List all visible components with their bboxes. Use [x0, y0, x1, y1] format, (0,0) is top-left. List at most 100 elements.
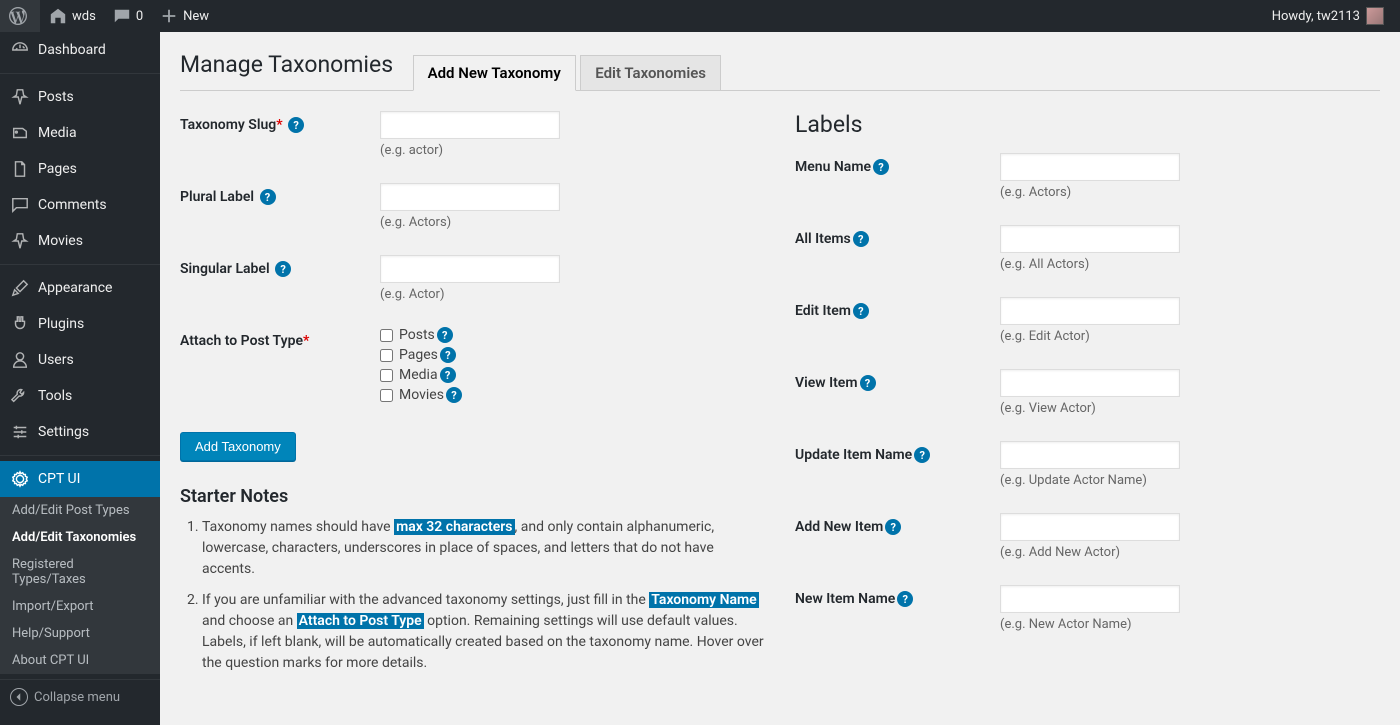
taxonomy-slug-input[interactable] [380, 111, 560, 139]
hint-text: (e.g. Add New Actor) [1000, 545, 1380, 560]
starter-notes-list: Taxonomy names should have max 32 charac… [180, 517, 765, 674]
all-items-input[interactable] [1000, 225, 1180, 253]
sidebar-item-label: Comments [38, 197, 107, 213]
site-name-menu[interactable]: wds [40, 0, 104, 32]
hint-text: (e.g. View Actor) [1000, 401, 1380, 416]
help-icon[interactable]: ? [897, 591, 913, 607]
help-icon[interactable]: ? [440, 367, 456, 383]
help-icon[interactable]: ? [275, 261, 291, 277]
hint-text: (e.g. actor) [380, 143, 765, 158]
dashboard-icon [10, 40, 30, 60]
comments-menu[interactable]: 0 [104, 0, 151, 32]
sidebar-item-label: Media [38, 125, 77, 141]
wrench-icon [10, 386, 30, 406]
help-icon[interactable]: ? [437, 327, 453, 343]
admin-bar: wds 0 New Howdy, tw2113 [0, 0, 1400, 32]
media-icon [10, 123, 30, 143]
heading-row: Manage Taxonomies Add New TaxonomyEdit T… [180, 42, 1380, 91]
submenu-item[interactable]: Help/Support [0, 620, 160, 647]
sidebar-item-tools[interactable]: Tools [0, 378, 160, 414]
user-icon [10, 350, 30, 370]
sidebar-item-label: Users [38, 352, 74, 368]
highlight: Taxonomy Name [649, 592, 758, 608]
sidebar-item-label: CPT UI [38, 471, 80, 487]
help-icon[interactable]: ? [914, 447, 930, 463]
field-edit-item: Edit Item?(e.g. Edit Actor) [795, 297, 1380, 344]
sidebar-item-label: Posts [38, 89, 74, 105]
sidebar-item-label: Tools [38, 388, 72, 404]
label-text: Add New Item [795, 519, 883, 535]
hint-text: (e.g. Actors) [1000, 185, 1380, 200]
sidebar-item-appearance[interactable]: Appearance [0, 270, 160, 306]
hint-text: (e.g. New Actor Name) [1000, 617, 1380, 632]
sidebar-item-settings[interactable]: Settings [0, 414, 160, 450]
help-icon[interactable]: ? [440, 347, 456, 363]
plug-icon [10, 314, 30, 334]
update-item-name-input[interactable] [1000, 441, 1180, 469]
right-column: Labels Menu Name? (e.g. Actors) All Items?… [795, 111, 1380, 684]
sidebar-item-cpt-ui[interactable]: CPT UI [0, 461, 160, 497]
submenu-item[interactable]: Add/Edit Post Types [0, 497, 160, 524]
tab-edit-taxonomies[interactable]: Edit Taxonomies [580, 55, 721, 90]
plus-icon [159, 6, 179, 26]
sidebar-item-posts[interactable]: Posts [0, 79, 160, 115]
field-all-items: All Items?(e.g. All Actors) [795, 225, 1380, 272]
label-text: Singular Label [180, 261, 270, 277]
required-mark: * [276, 117, 282, 133]
sidebar-item-comments[interactable]: Comments [0, 187, 160, 223]
singular-label-input[interactable] [380, 255, 560, 283]
sidebar-item-label: Pages [38, 161, 77, 177]
sidebar-item-label: Dashboard [38, 42, 106, 58]
view-item-input[interactable] [1000, 369, 1180, 397]
new-item-name-input[interactable] [1000, 585, 1180, 613]
new-content-label: New [183, 9, 209, 24]
my-account-menu[interactable]: Howdy, tw2113 [1264, 0, 1392, 32]
label-text: All Items [795, 231, 851, 247]
sidebar-item-plugins[interactable]: Plugins [0, 306, 160, 342]
label-text: Menu Name [795, 159, 871, 175]
sidebar-item-label: Plugins [38, 316, 84, 332]
submenu-item[interactable]: About CPT UI [0, 647, 160, 674]
sidebar-item-label: Movies [38, 233, 83, 249]
attach-checkbox-posts[interactable] [380, 329, 393, 342]
sidebar-item-users[interactable]: Users [0, 342, 160, 378]
checkbox-label: Movies [399, 387, 444, 403]
plural-label-input[interactable] [380, 183, 560, 211]
sidebar-item-media[interactable]: Media [0, 115, 160, 151]
help-icon[interactable]: ? [446, 387, 462, 403]
help-icon[interactable]: ? [288, 117, 304, 133]
help-icon[interactable]: ? [885, 519, 901, 535]
attach-checkbox-movies[interactable] [380, 389, 393, 402]
labels-heading: Labels [795, 111, 1380, 138]
label-text: New Item Name [795, 591, 895, 607]
label-text: Update Item Name [795, 447, 912, 463]
brush-icon [10, 278, 30, 298]
submenu-item[interactable]: Registered Types/Taxes [0, 551, 160, 593]
new-content-menu[interactable]: New [151, 0, 217, 32]
sidebar-item-movies[interactable]: Movies [0, 223, 160, 259]
attach-checkbox-pages[interactable] [380, 349, 393, 362]
field-view-item: View Item?(e.g. View Actor) [795, 369, 1380, 416]
required-mark: * [303, 333, 309, 349]
add-taxonomy-button[interactable]: Add Taxonomy [180, 432, 296, 461]
menu-name-input[interactable] [1000, 153, 1180, 181]
sidebar-item-pages[interactable]: Pages [0, 151, 160, 187]
attach-checkbox-media[interactable] [380, 369, 393, 382]
help-icon[interactable]: ? [853, 303, 869, 319]
help-icon[interactable]: ? [873, 159, 889, 175]
tab-add-new-taxonomy[interactable]: Add New Taxonomy [413, 55, 576, 91]
edit-item-input[interactable] [1000, 297, 1180, 325]
checkbox-label: Media [399, 367, 438, 383]
sidebar-item-dashboard[interactable]: Dashboard [0, 32, 160, 68]
site-name-label: wds [72, 9, 96, 24]
help-icon[interactable]: ? [260, 189, 276, 205]
sidebar-item-label: Settings [38, 424, 89, 440]
comment-bubble-icon [112, 6, 132, 26]
help-icon[interactable]: ? [853, 231, 869, 247]
wp-logo-menu[interactable] [0, 0, 40, 32]
help-icon[interactable]: ? [860, 375, 876, 391]
add-new-item-input[interactable] [1000, 513, 1180, 541]
collapse-menu-button[interactable]: Collapse menu [0, 679, 160, 714]
submenu-item[interactable]: Add/Edit Taxonomies [0, 524, 160, 551]
submenu-item[interactable]: Import/Export [0, 593, 160, 620]
